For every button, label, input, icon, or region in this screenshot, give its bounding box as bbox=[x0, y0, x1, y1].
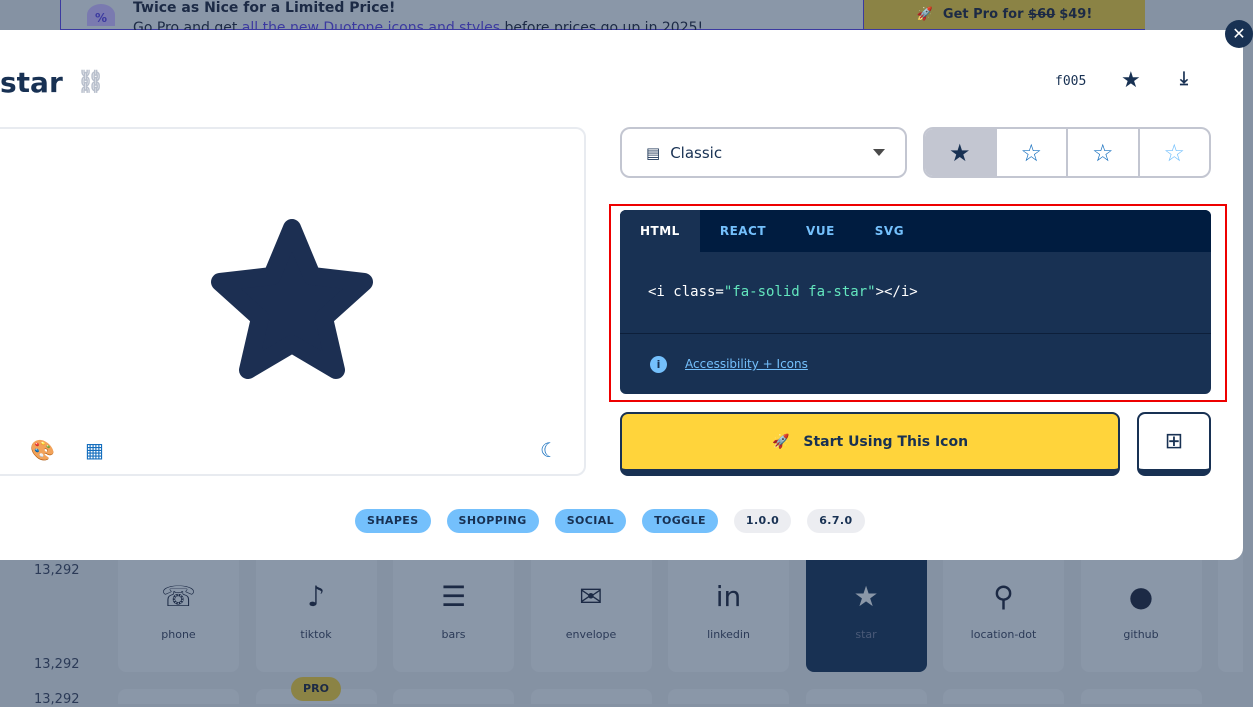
phone-icon: ☏ bbox=[160, 580, 196, 613]
envelope-icon: ✉ bbox=[579, 580, 603, 613]
bars-icon: ☰ bbox=[440, 580, 467, 613]
icon-tile-github[interactable]: ● github bbox=[1080, 545, 1202, 672]
rocket-icon: 🚀 bbox=[916, 7, 933, 22]
tile-label: location-dot bbox=[970, 628, 1037, 641]
highlight-box bbox=[609, 204, 1227, 402]
icon-tile-star[interactable]: ★ star bbox=[805, 545, 927, 672]
count: 13,292 bbox=[34, 692, 80, 707]
icon-tile[interactable] bbox=[118, 689, 239, 704]
icon-tile[interactable] bbox=[805, 689, 927, 704]
icon-tile[interactable] bbox=[943, 689, 1064, 704]
scrollbar[interactable] bbox=[1243, 30, 1253, 704]
icon-tile-phone[interactable]: ☏ phone bbox=[118, 545, 239, 672]
style-family-select[interactable]: ▤ Classic bbox=[620, 127, 907, 178]
version-badge: 6.7.0 bbox=[807, 509, 865, 533]
tag[interactable]: SHAPES bbox=[355, 509, 431, 533]
icon-tile-location-dot[interactable]: ⚲ location-dot bbox=[943, 545, 1064, 672]
tile-label: star bbox=[855, 628, 877, 641]
icon-tile[interactable] bbox=[668, 689, 789, 704]
icon-tile[interactable] bbox=[1080, 689, 1202, 704]
favorite-star-icon[interactable]: ★ bbox=[1121, 68, 1141, 93]
style-toggle-group: ★ ☆ ☆ ☆ bbox=[923, 127, 1211, 178]
palette-icon[interactable]: 🎨 bbox=[30, 438, 55, 462]
icon-tile-tiktok[interactable]: ♪ tiktok bbox=[255, 545, 377, 672]
start-using-button[interactable]: 🚀 Start Using This Icon bbox=[620, 412, 1120, 476]
add-to-kit-button[interactable]: ⊞ bbox=[1137, 412, 1211, 476]
style-solid-button[interactable]: ★ bbox=[925, 129, 995, 176]
icon-tile-envelope[interactable]: ✉ envelope bbox=[530, 545, 652, 672]
style-light-button[interactable]: ☆ bbox=[1066, 129, 1138, 176]
swatchbook-icon: ▤ bbox=[646, 143, 661, 162]
pro-badge: PRO bbox=[291, 677, 341, 701]
film-icon[interactable]: ▦ bbox=[85, 438, 104, 462]
style-regular-button[interactable]: ☆ bbox=[994, 129, 1067, 176]
caret-down-icon bbox=[873, 149, 885, 156]
version-badge: 1.0.0 bbox=[733, 509, 792, 533]
icon-tile[interactable] bbox=[393, 689, 514, 704]
banner-subtitle: Go Pro and get all the new Duotone icons… bbox=[133, 20, 704, 36]
tile-label: phone bbox=[161, 628, 196, 641]
star-preview-icon bbox=[211, 219, 373, 379]
download-icon[interactable]: ⤓ bbox=[1180, 68, 1188, 89]
tag[interactable]: SHOPPING bbox=[446, 509, 539, 533]
link-icon[interactable]: ⛓ bbox=[77, 70, 105, 95]
count: 13,292 bbox=[34, 563, 80, 578]
rocket-icon: 🚀 bbox=[771, 433, 790, 450]
star-icon: ★ bbox=[853, 580, 879, 613]
tag[interactable]: TOGGLE bbox=[642, 509, 718, 533]
icon-tile-bars[interactable]: ☰ bars bbox=[393, 545, 514, 672]
close-button[interactable]: ✕ bbox=[1225, 20, 1253, 48]
tag[interactable]: SOCIAL bbox=[554, 509, 627, 533]
moon-icon[interactable]: ☾ bbox=[540, 438, 558, 462]
style-thin-button[interactable]: ☆ bbox=[1137, 129, 1210, 176]
count: 13,292 bbox=[34, 657, 80, 672]
icon-tile-linkedin[interactable]: in linkedin bbox=[668, 545, 789, 672]
tile-label: bars bbox=[441, 628, 466, 641]
icon-tile[interactable] bbox=[530, 689, 652, 704]
promo-banner: % Twice as Nice for a Limited Price! Go … bbox=[60, 0, 1145, 36]
get-pro-button[interactable]: 🚀 Get Pro for $60 $49! bbox=[863, 0, 1145, 29]
percent-icon: % bbox=[87, 4, 115, 26]
github-icon: ● bbox=[1128, 580, 1154, 613]
tile-label: linkedin bbox=[707, 628, 750, 641]
banner-title: Twice as Nice for a Limited Price! bbox=[133, 0, 396, 16]
tile-label: tiktok bbox=[300, 628, 332, 641]
tile-label: github bbox=[1123, 628, 1159, 641]
tag-list: SHAPES SHOPPING SOCIAL TOGGLE 1.0.0 6.7.… bbox=[355, 509, 865, 533]
square-plus-icon: ⊞ bbox=[1164, 429, 1184, 454]
location-dot-icon: ⚲ bbox=[993, 580, 1014, 613]
unicode-value[interactable]: f005 bbox=[1055, 74, 1086, 89]
icon-title: star ⛓ bbox=[0, 66, 105, 99]
tiktok-icon: ♪ bbox=[307, 580, 325, 613]
linkedin-icon: in bbox=[715, 580, 742, 613]
tile-label: envelope bbox=[565, 628, 617, 641]
